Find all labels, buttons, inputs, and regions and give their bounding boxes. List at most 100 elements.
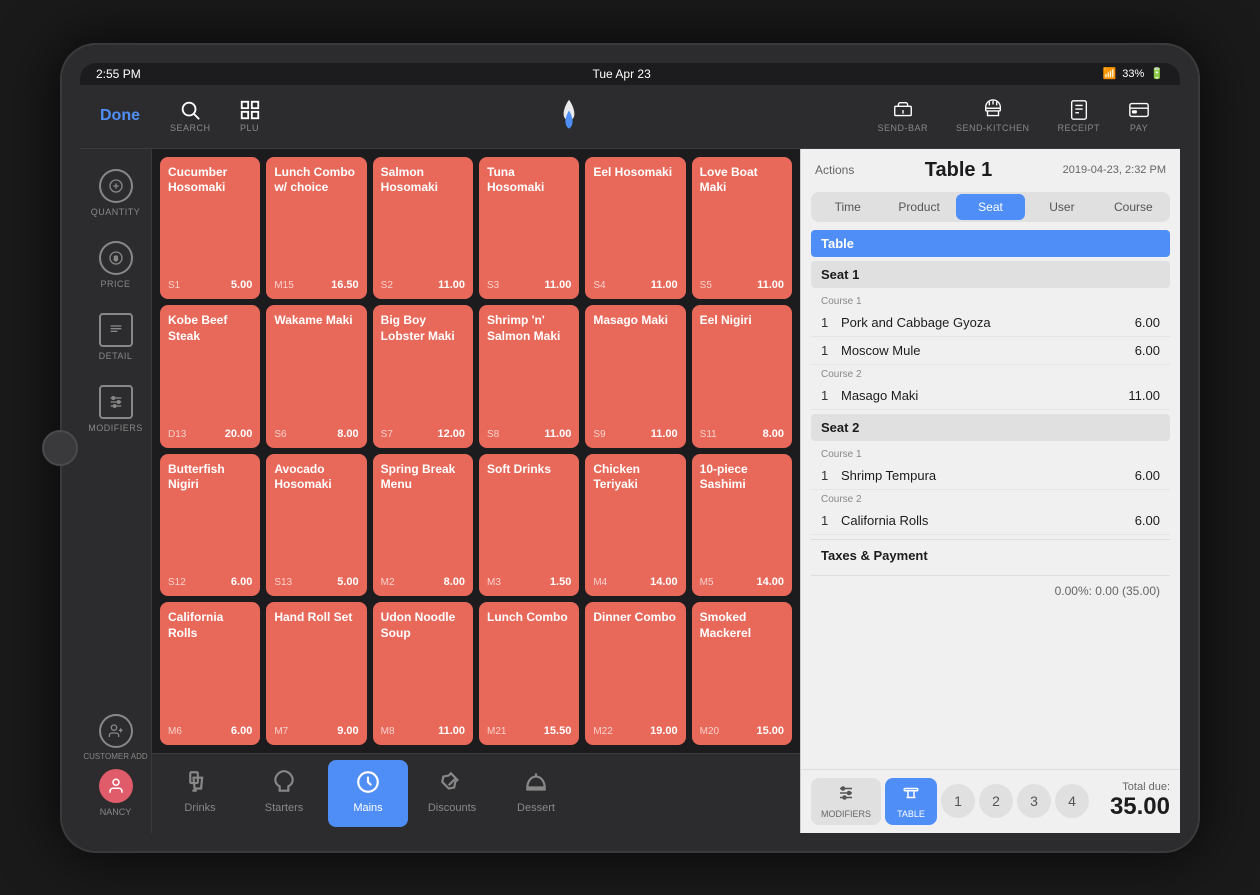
tab-starters[interactable]: Starters	[244, 760, 324, 827]
menu-item-name: Hand Roll Set	[274, 610, 358, 626]
menu-item[interactable]: Eel Nigiri S11 8.00	[692, 305, 792, 448]
menu-item[interactable]: Lunch Combo w/ choice M15 16.50	[266, 157, 366, 300]
menu-item-code: M2	[381, 577, 395, 588]
seat1-section-header[interactable]: Seat 1	[811, 261, 1170, 288]
menu-item-price: 19.00	[650, 725, 678, 737]
tab-drinks[interactable]: Drinks	[160, 760, 240, 827]
menu-item-code: S5	[700, 280, 712, 291]
order-item[interactable]: 1 Moscow Mule 6.00	[811, 337, 1170, 365]
order-item[interactable]: 1 Masago Maki 11.00	[811, 382, 1170, 410]
menu-item[interactable]: Tuna Hosomaki S3 11.00	[479, 157, 579, 300]
modifiers-icon	[99, 385, 133, 419]
menu-item[interactable]: Dinner Combo M22 19.00	[585, 602, 685, 745]
menu-item-code: S9	[593, 429, 605, 440]
seat-3-btn[interactable]: 3	[1017, 784, 1051, 818]
menu-item[interactable]: Masago Maki S9 11.00	[585, 305, 685, 448]
menu-item[interactable]: Butterfish Nigiri S12 6.00	[160, 454, 260, 597]
menu-item[interactable]: Big Boy Lobster Maki S7 12.00	[373, 305, 473, 448]
menu-item[interactable]: Spring Break Menu M2 8.00	[373, 454, 473, 597]
send-kitchen-toolbar-item[interactable]: SEND-KITCHEN	[942, 95, 1044, 137]
order-item[interactable]: 1 California Rolls 6.00	[811, 507, 1170, 535]
nancy-button[interactable]: NANCY	[99, 769, 133, 817]
menu-item[interactable]: Udon Noodle Soup M8 11.00	[373, 602, 473, 745]
order-item[interactable]: 1 Shrimp Tempura 6.00	[811, 462, 1170, 490]
bottom-tabs: Drinks Starters Mains Discounts Dessert	[152, 753, 800, 833]
tab-mains[interactable]: Mains	[328, 760, 408, 827]
menu-item-name: Soft Drinks	[487, 462, 571, 478]
menu-item-code: M6	[168, 726, 182, 737]
dessert-icon	[520, 766, 552, 798]
panel-tab-course[interactable]: Course	[1099, 194, 1168, 220]
receipt-toolbar-item[interactable]: RECEIPT	[1043, 95, 1114, 137]
menu-item-name: California Rolls	[168, 610, 252, 641]
menu-item-name: Lunch Combo w/ choice	[274, 165, 358, 196]
panel-actions-label: Actions	[815, 163, 854, 177]
modifiers-button[interactable]: MODIFIERS	[80, 377, 151, 441]
quantity-label: QUANTITY	[91, 207, 141, 217]
detail-button[interactable]: DETAIL	[80, 305, 151, 369]
quantity-button[interactable]: QUANTITY	[80, 161, 151, 225]
customer-add-button[interactable]: CUSTOMER ADD	[83, 714, 147, 761]
seat-4-btn[interactable]: 4	[1055, 784, 1089, 818]
menu-item-name: Chicken Teriyaki	[593, 462, 677, 493]
menu-item-code: M3	[487, 577, 501, 588]
seat2-header-text: Seat 2	[821, 420, 859, 435]
drinks-icon	[184, 766, 216, 798]
menu-item[interactable]: Cucumber Hosomaki S1 5.00	[160, 157, 260, 300]
search-toolbar-item[interactable]: SEARCH	[156, 95, 225, 137]
panel-tab-user[interactable]: User	[1027, 194, 1096, 220]
seat-1-btn[interactable]: 1	[941, 784, 975, 818]
menu-item[interactable]: Chicken Teriyaki M4 14.00	[585, 454, 685, 597]
menu-item-price: 6.00	[231, 725, 252, 737]
menu-item[interactable]: Lunch Combo M21 15.50	[479, 602, 579, 745]
tab-discounts[interactable]: Discounts	[412, 760, 492, 827]
table-section-header: Table	[811, 230, 1170, 257]
menu-item-price: 11.00	[438, 725, 465, 737]
menu-item-price: 1.50	[550, 576, 571, 588]
menu-item[interactable]: Wakame Maki S6 8.00	[266, 305, 366, 448]
menu-item[interactable]: Salmon Hosomaki S2 11.00	[373, 157, 473, 300]
dessert-label: Dessert	[517, 802, 555, 814]
send-bar-toolbar-item[interactable]: SEND-BAR	[863, 95, 942, 137]
main-content: QUANTITY $ PRICE	[80, 149, 1180, 833]
order-item[interactable]: 1 Pork and Cabbage Gyoza 6.00	[811, 309, 1170, 337]
send-kitchen-label: SEND-KITCHEN	[956, 123, 1030, 133]
table-btn[interactable]: TABLE	[885, 778, 937, 825]
modifiers-btn[interactable]: MODIFIERS	[811, 778, 881, 825]
panel-tab-time[interactable]: Time	[813, 194, 882, 220]
tab-dessert[interactable]: Dessert	[496, 760, 576, 827]
battery-level: 33%	[1122, 68, 1144, 80]
seat2-section-header[interactable]: Seat 2	[811, 414, 1170, 441]
menu-item[interactable]: Shrimp 'n' Salmon Maki S8 11.00	[479, 305, 579, 448]
order-list: Table Seat 1 Course 1 1 Pork and Cabbage…	[801, 226, 1180, 769]
detail-icon	[99, 313, 133, 347]
price-button[interactable]: $ PRICE	[80, 233, 151, 297]
price-icon: $	[99, 241, 133, 275]
menu-item-name: Love Boat Maki	[700, 165, 784, 196]
menu-item[interactable]: Avocado Hosomaki S13 5.00	[266, 454, 366, 597]
menu-item[interactable]: Hand Roll Set M7 9.00	[266, 602, 366, 745]
plu-toolbar-item[interactable]: PLU	[225, 95, 275, 137]
done-button[interactable]: Done	[96, 107, 156, 125]
modifiers-btn-label: MODIFIERS	[821, 809, 871, 819]
menu-item[interactable]: 10-piece Sashimi M5 14.00	[692, 454, 792, 597]
menu-item[interactable]: Soft Drinks M3 1.50	[479, 454, 579, 597]
menu-item[interactable]: Kobe Beef Steak D13 20.00	[160, 305, 260, 448]
panel-tab-product[interactable]: Product	[884, 194, 953, 220]
home-button[interactable]	[42, 430, 78, 466]
menu-item-price: 11.00	[544, 428, 571, 440]
pay-toolbar-item[interactable]: PAY	[1114, 95, 1164, 137]
panel-tab-seat[interactable]: Seat	[956, 194, 1025, 220]
send-bar-label: SEND-BAR	[877, 123, 928, 133]
menu-item[interactable]: Love Boat Maki S5 11.00	[692, 157, 792, 300]
nancy-label: NANCY	[100, 807, 132, 817]
top-toolbar: Done SEARCH PLU	[80, 85, 1180, 149]
menu-item[interactable]: Eel Hosomaki S4 11.00	[585, 157, 685, 300]
table-header-text: Table	[821, 236, 854, 251]
pay-label: PAY	[1130, 123, 1148, 133]
taxes-amount: 0.00%: 0.00 (35.00)	[811, 580, 1170, 602]
seat-2-btn[interactable]: 2	[979, 784, 1013, 818]
menu-item[interactable]: Smoked Mackerel M20 15.00	[692, 602, 792, 745]
status-time: 2:55 PM	[96, 67, 141, 81]
menu-item[interactable]: California Rolls M6 6.00	[160, 602, 260, 745]
